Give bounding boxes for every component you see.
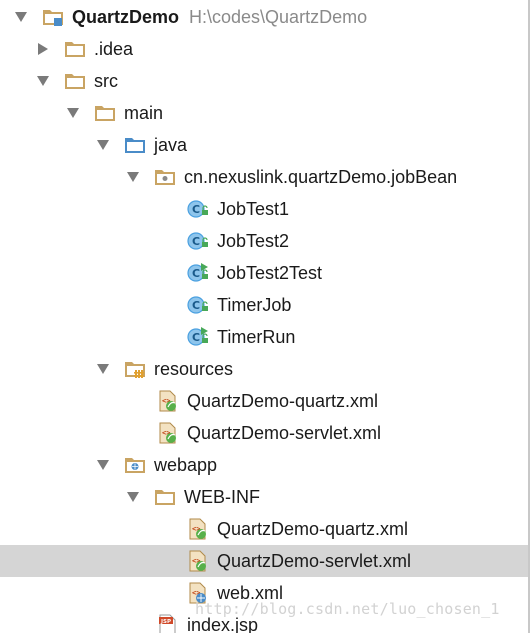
jsp-file-icon: JSP: [157, 614, 179, 633]
tree-row-resources[interactable]: resources: [0, 353, 528, 385]
source-folder-icon: [124, 134, 146, 156]
spring-xml-file-icon: <>: [187, 518, 209, 540]
java-runnable-class-icon: C: [187, 326, 209, 348]
folder-icon: [154, 486, 176, 508]
java-class-icon: C: [187, 294, 209, 316]
tree-row-idea[interactable]: .idea: [0, 33, 528, 65]
tree-row-jobtest1[interactable]: C JobTest1: [0, 193, 528, 225]
svg-text:C: C: [192, 267, 200, 280]
svg-text:C: C: [192, 331, 200, 344]
svg-text:JSP: JSP: [160, 619, 171, 625]
web-folder-icon: [124, 454, 146, 476]
node-label: main: [124, 103, 164, 123]
tree-row-package[interactable]: cn.nexuslink.quartzDemo.jobBean: [0, 161, 528, 193]
chevron-down-icon[interactable]: [96, 362, 110, 376]
chevron-down-icon[interactable]: [36, 74, 50, 88]
node-label: QuartzDemo-servlet.xml: [187, 423, 382, 443]
node-label: QuartzDemo-servlet.xml: [217, 551, 412, 571]
watermark-text: http://blog.csdn.net/luo_chosen_1: [195, 600, 500, 618]
chevron-down-icon[interactable]: [14, 10, 28, 24]
resources-folder-icon: [124, 358, 146, 380]
svg-text:C: C: [192, 299, 200, 312]
project-name: QuartzDemo: [72, 7, 180, 27]
tree-row-jobtest2[interactable]: C JobTest2: [0, 225, 528, 257]
node-label: TimerRun: [217, 327, 296, 347]
tree-row-src[interactable]: src: [0, 65, 528, 97]
node-label: webapp: [154, 455, 218, 475]
spring-xml-file-icon: <>: [157, 390, 179, 412]
tree-row-wi-quartz-xml[interactable]: <> QuartzDemo-quartz.xml: [0, 513, 528, 545]
tree-row-timerrun[interactable]: C TimerRun: [0, 321, 528, 353]
node-label: resources: [154, 359, 234, 379]
chevron-down-icon[interactable]: [126, 170, 140, 184]
java-runnable-class-icon: C: [187, 262, 209, 284]
node-label: .idea: [94, 39, 134, 59]
node-label: WEB-INF: [184, 487, 260, 507]
package-icon: [154, 166, 176, 188]
tree-row-java[interactable]: java: [0, 129, 528, 161]
tree-row-project[interactable]: QuartzDemo H:\codes\QuartzDemo: [0, 1, 528, 33]
chevron-down-icon[interactable]: [96, 458, 110, 472]
node-label: cn.nexuslink.quartzDemo.jobBean: [184, 167, 458, 187]
spring-xml-file-icon: <>: [157, 422, 179, 444]
project-path: H:\codes\QuartzDemo: [189, 7, 368, 27]
folder-icon: [64, 70, 86, 92]
node-label: JobTest2: [217, 231, 290, 251]
node-label: JobTest1: [217, 199, 290, 219]
folder-icon: [94, 102, 116, 124]
tree-row-res-servlet-xml[interactable]: <> QuartzDemo-servlet.xml: [0, 417, 528, 449]
node-label: QuartzDemo-quartz.xml: [187, 391, 379, 411]
chevron-down-icon[interactable]: [96, 138, 110, 152]
tree-row-jobtest2test[interactable]: C JobTest2Test: [0, 257, 528, 289]
node-label: java: [154, 135, 188, 155]
tree-row-main[interactable]: main: [0, 97, 528, 129]
java-class-icon: C: [187, 230, 209, 252]
tree-row-timerjob[interactable]: C TimerJob: [0, 289, 528, 321]
spring-xml-file-icon: <>: [187, 550, 209, 572]
svg-text:C: C: [192, 203, 200, 216]
java-class-icon: C: [187, 198, 209, 220]
project-tree: QuartzDemo H:\codes\QuartzDemo .idea src…: [0, 0, 530, 633]
chevron-right-icon[interactable]: [36, 42, 50, 56]
chevron-down-icon[interactable]: [126, 490, 140, 504]
tree-row-res-quartz-xml[interactable]: <> QuartzDemo-quartz.xml: [0, 385, 528, 417]
node-label: JobTest2Test: [217, 263, 323, 283]
tree-row-webapp[interactable]: webapp: [0, 449, 528, 481]
tree-row-wi-servlet-xml[interactable]: <> QuartzDemo-servlet.xml: [0, 545, 528, 577]
chevron-down-icon[interactable]: [66, 106, 80, 120]
folder-icon: [64, 38, 86, 60]
node-label: QuartzDemo-quartz.xml: [217, 519, 409, 539]
tree-row-webinf[interactable]: WEB-INF: [0, 481, 528, 513]
svg-text:C: C: [192, 235, 200, 248]
node-label: src: [94, 71, 118, 91]
node-label: TimerJob: [217, 295, 292, 315]
module-folder-icon: [42, 6, 64, 28]
